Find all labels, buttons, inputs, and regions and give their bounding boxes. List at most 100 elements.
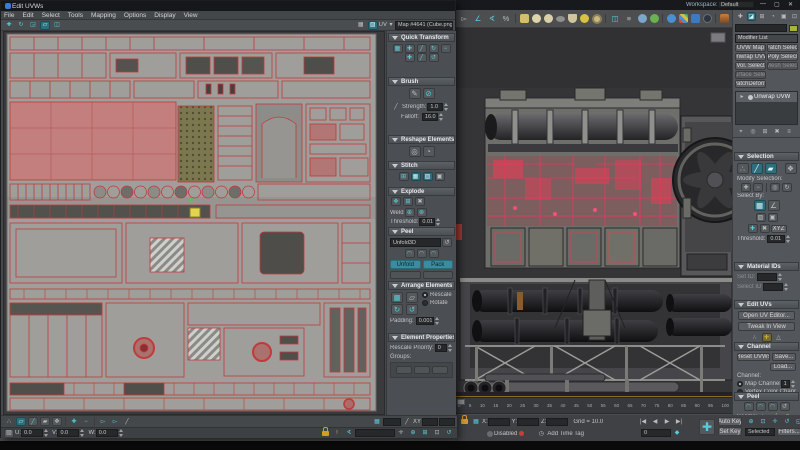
- edit-uvs-header[interactable]: Edit UVs: [734, 300, 799, 309]
- xy-axis-label[interactable]: XY: [413, 419, 421, 425]
- stack-item-label[interactable]: Unwrap UVW: [754, 94, 790, 100]
- display-tab-icon[interactable]: ▣: [779, 12, 788, 21]
- tweak-in-view-button[interactable]: Tweak In View: [738, 322, 795, 331]
- hierarchy-tab-icon[interactable]: ⊞: [758, 12, 767, 21]
- vertex-subobject-icon[interactable]: ∴: [737, 163, 749, 174]
- uv-tweak-vertex-icon[interactable]: ∴: [750, 333, 760, 342]
- key-filters-button[interactable]: Filters...: [777, 428, 800, 436]
- snap-grid-icon[interactable]: ▦: [372, 417, 382, 426]
- rotate-ccw-icon[interactable]: ↻: [391, 304, 403, 315]
- go-to-start-icon[interactable]: |◀: [638, 417, 648, 426]
- menu-options[interactable]: Options: [124, 12, 146, 19]
- select-cross-icon[interactable]: ✚: [748, 224, 758, 233]
- menu-file[interactable]: File: [4, 12, 14, 19]
- minimize-button[interactable]: —: [760, 1, 766, 7]
- falloff-field[interactable]: 16.0: [422, 113, 438, 121]
- menu-select[interactable]: Select: [42, 12, 60, 19]
- peel-header[interactable]: Peel: [734, 392, 799, 401]
- vertex-mode-icon[interactable]: ▱: [16, 417, 26, 426]
- peel-method-dropdown[interactable]: Unfold3D: [390, 238, 441, 247]
- select-by-angle-icon[interactable]: ∠: [768, 200, 780, 211]
- weld-threshold-spinner[interactable]: [436, 218, 441, 226]
- threshold-field[interactable]: 0.01: [767, 235, 785, 243]
- element-properties-header[interactable]: Element Properties: [388, 333, 455, 342]
- xy-v-field[interactable]: [439, 418, 455, 426]
- menu-mapping[interactable]: Mapping: [91, 12, 116, 19]
- w-field[interactable]: 0.0: [96, 429, 118, 437]
- motion-tab-icon[interactable]: ◔: [768, 12, 777, 21]
- teapot-icon[interactable]: [532, 14, 541, 23]
- play-icon[interactable]: ▶: [662, 417, 672, 426]
- stitch-source-icon[interactable]: ▦: [411, 172, 421, 181]
- cone-icon[interactable]: [568, 14, 577, 23]
- explode-header[interactable]: Explode: [388, 187, 455, 196]
- pan-icon[interactable]: ✛: [770, 417, 780, 426]
- soft-selection-icon[interactable]: ∴: [4, 417, 14, 426]
- material-ids-header[interactable]: Material IDs: [734, 262, 799, 271]
- select-ring-arrow-icon[interactable]: ▻: [110, 417, 120, 426]
- align-icon[interactable]: ≡: [623, 13, 635, 24]
- modifier-list-dropdown[interactable]: Modifier List: [735, 34, 798, 43]
- stitch-header[interactable]: Stitch: [388, 161, 455, 170]
- modifier-button[interactable]: UVW Map: [735, 44, 766, 52]
- y-field[interactable]: [517, 418, 539, 426]
- stitch-average-icon[interactable]: ▨: [423, 172, 433, 181]
- modifier-button[interactable]: Patch Select: [767, 44, 798, 52]
- uv-space-label[interactable]: UV: [379, 22, 387, 28]
- modifier-button[interactable]: Vol. Select: [735, 62, 766, 70]
- straighten-selection-icon[interactable]: ◎: [409, 146, 421, 157]
- render-production-icon[interactable]: [720, 14, 729, 23]
- quick-peel-icon[interactable]: ◠: [744, 402, 754, 411]
- previous-frame-icon[interactable]: ◀: [650, 417, 660, 426]
- align-left-icon[interactable]: ╱: [417, 44, 427, 53]
- maximize-button[interactable]: ▢: [774, 1, 780, 8]
- freeform-tool-icon[interactable]: ▱: [40, 21, 50, 30]
- checker-pattern-icon[interactable]: ▦: [356, 21, 366, 30]
- workspace-select[interactable]: Default: [718, 1, 754, 8]
- quick-transform-header[interactable]: Quick Transform: [388, 33, 455, 42]
- uv-canvas[interactable]: [3, 31, 385, 415]
- go-to-end-icon[interactable]: ▶|: [674, 417, 684, 426]
- object-color-swatch[interactable]: [789, 25, 798, 32]
- maximize-viewport-icon[interactable]: ◱: [794, 417, 800, 426]
- show-end-result-icon[interactable]: ◎: [748, 128, 758, 137]
- pelt-map-tool-icon[interactable]: ◠: [429, 249, 439, 258]
- timeline-ruler[interactable]: 05 1015 2025 3035 4045 5055 6065 7075 80…: [455, 397, 732, 414]
- selection-filter-dropdown[interactable]: Selected: [745, 428, 775, 436]
- mirror-tool-icon[interactable]: ◫: [52, 21, 62, 30]
- pelt-map-icon[interactable]: ◠: [768, 402, 778, 411]
- modifier-button[interactable]: Unwrap UVW: [735, 53, 766, 61]
- xy-u-field[interactable]: [422, 418, 438, 426]
- current-frame-field[interactable]: 0: [641, 429, 671, 437]
- quick-peel-tool-icon[interactable]: ◠: [405, 249, 415, 258]
- relax-brush-icon[interactable]: ⊘: [423, 88, 435, 99]
- snap-toggle-icon[interactable]: ∠: [472, 13, 484, 24]
- pack-button[interactable]: Pack: [423, 260, 454, 269]
- zoom-extents-icon[interactable]: ⊡: [758, 417, 768, 426]
- mirror-icon[interactable]: ◫: [609, 13, 621, 24]
- loop-selection-icon[interactable]: ↻: [782, 183, 792, 192]
- flatten-by-face-icon[interactable]: ❖: [391, 197, 401, 206]
- menu-edit[interactable]: Edit: [22, 12, 33, 19]
- time-slider-handle[interactable]: [457, 399, 465, 405]
- map-channel-spinner[interactable]: [791, 380, 796, 388]
- align-vertical-icon[interactable]: ✚: [405, 44, 415, 53]
- select-by-material-icon[interactable]: ▣: [768, 213, 778, 222]
- u-spinner[interactable]: [44, 429, 49, 437]
- reset-peel-icon[interactable]: ↺: [780, 402, 790, 411]
- falloff-spinner[interactable]: [439, 113, 444, 121]
- texture-map-dropdown[interactable]: Map #4641 (Cube.png): [395, 21, 453, 30]
- space-vertical-icon[interactable]: ✚: [405, 53, 415, 62]
- scene-explorer-icon[interactable]: [650, 14, 659, 23]
- make-unique-icon[interactable]: ⊞: [760, 128, 770, 137]
- grow-uv-selection-icon[interactable]: ✚: [69, 417, 79, 426]
- flatten-by-smoothing-icon[interactable]: ⊞: [403, 197, 413, 206]
- unfold-button[interactable]: Unfold: [390, 260, 421, 269]
- peel-mode-icon[interactable]: ◠: [756, 402, 766, 411]
- viewport-menu-icon[interactable]: [711, 33, 725, 42]
- select-by-planar-icon[interactable]: ▦: [754, 200, 766, 211]
- select-invert-icon[interactable]: ✖: [760, 224, 770, 233]
- viewport-perspective[interactable]: [455, 28, 732, 397]
- strength-field[interactable]: 1.0: [427, 103, 443, 111]
- select-loop-arrow-icon[interactable]: ▻: [98, 417, 108, 426]
